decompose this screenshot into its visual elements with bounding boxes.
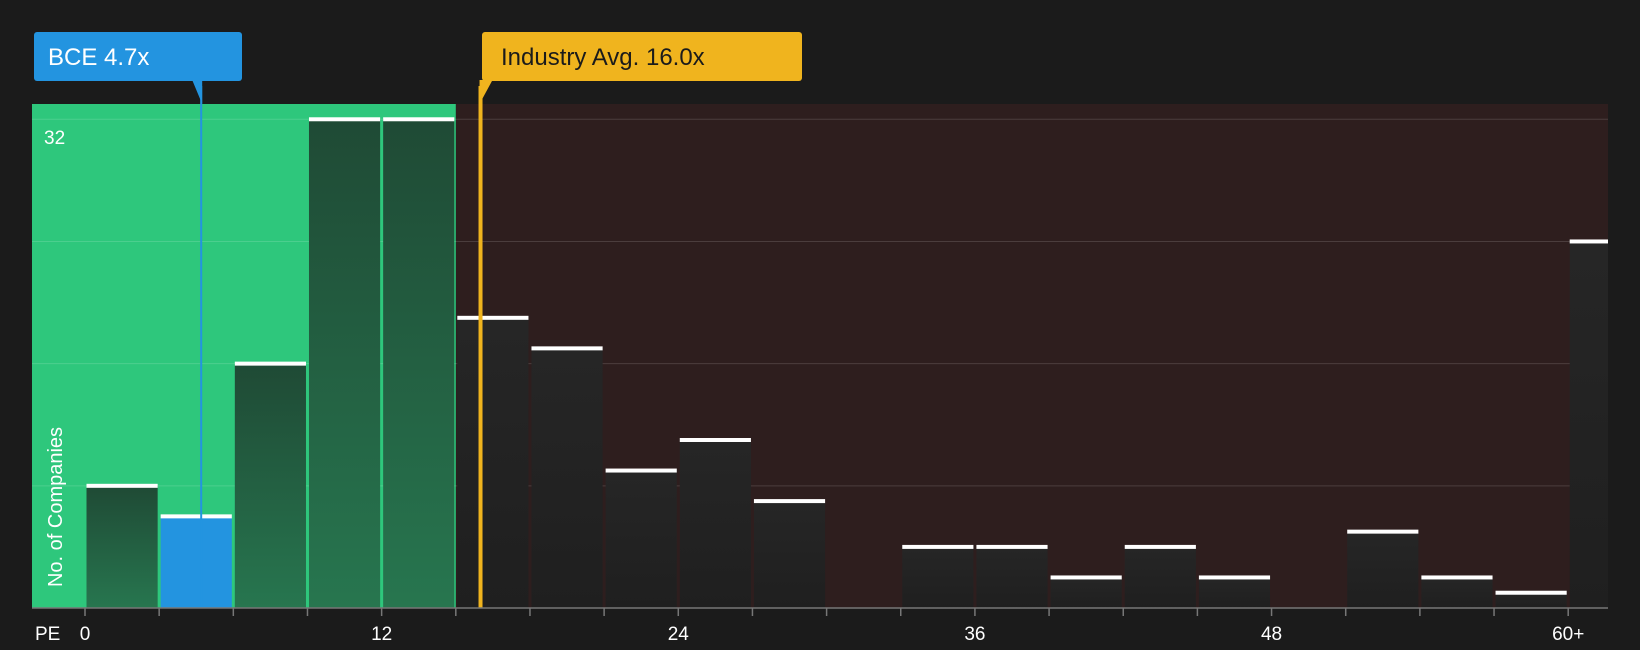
- bar-top: [1050, 575, 1122, 580]
- bar: [679, 440, 751, 608]
- bar: [1347, 531, 1419, 608]
- x-tick-label: 24: [668, 624, 690, 645]
- bar: [1198, 577, 1271, 608]
- x-tick-label: 48: [1261, 624, 1282, 645]
- bar-top: [753, 499, 826, 504]
- bar-top: [457, 315, 529, 320]
- bar: [234, 363, 306, 608]
- x-axis-label: PE: [35, 624, 60, 645]
- bar: [531, 348, 603, 608]
- bar-top: [976, 544, 1048, 549]
- industry-marker-line: [478, 86, 483, 608]
- bar: [457, 317, 529, 608]
- bar: [308, 119, 381, 608]
- bar-top: [1569, 239, 1608, 244]
- bar-top: [1198, 575, 1271, 580]
- bar: [753, 501, 826, 608]
- bar-top: [902, 544, 974, 549]
- bar: [86, 485, 158, 608]
- bar: [383, 119, 455, 608]
- bar-top: [383, 117, 455, 122]
- bar: [902, 546, 974, 608]
- pe-distribution-chart: 0 12 24 36 48 60+ PE 32 No. of Companies BCE 4.7…: [0, 0, 1640, 650]
- bar: [1569, 241, 1608, 609]
- bar-top: [679, 438, 751, 442]
- x-tick-label: 0: [80, 624, 91, 645]
- x-tick-label: 36: [964, 624, 985, 645]
- bar-top: [234, 361, 306, 366]
- x-tick-label: 12: [371, 624, 392, 645]
- y-axis-label: No. of Companies: [45, 427, 67, 587]
- industry-label: Industry Avg. 16.0x: [501, 44, 705, 71]
- bar: [1050, 577, 1122, 608]
- bar-highlight: [160, 516, 232, 608]
- bar: [1421, 577, 1493, 608]
- company-label: BCE 4.7x: [48, 44, 149, 71]
- bar: [1124, 546, 1196, 608]
- bar-top: [531, 346, 603, 351]
- bar-top: [605, 468, 677, 473]
- bar-top: [1421, 575, 1493, 580]
- bar-top: [308, 117, 381, 122]
- bar: [1495, 592, 1567, 608]
- bar-top: [86, 483, 158, 488]
- bar-top: [1495, 590, 1567, 595]
- chart-canvas: 0 12 24 36 48 60+ PE 32 No. of Companies BCE 4.7…: [32, 32, 1608, 645]
- bar-top: [160, 514, 232, 519]
- bar-top: [1124, 544, 1196, 549]
- bar: [976, 546, 1048, 608]
- bar-top: [1347, 529, 1419, 534]
- bar: [605, 470, 677, 608]
- x-tick-label: 60+: [1552, 624, 1584, 645]
- y-tick-label: 32: [44, 128, 65, 149]
